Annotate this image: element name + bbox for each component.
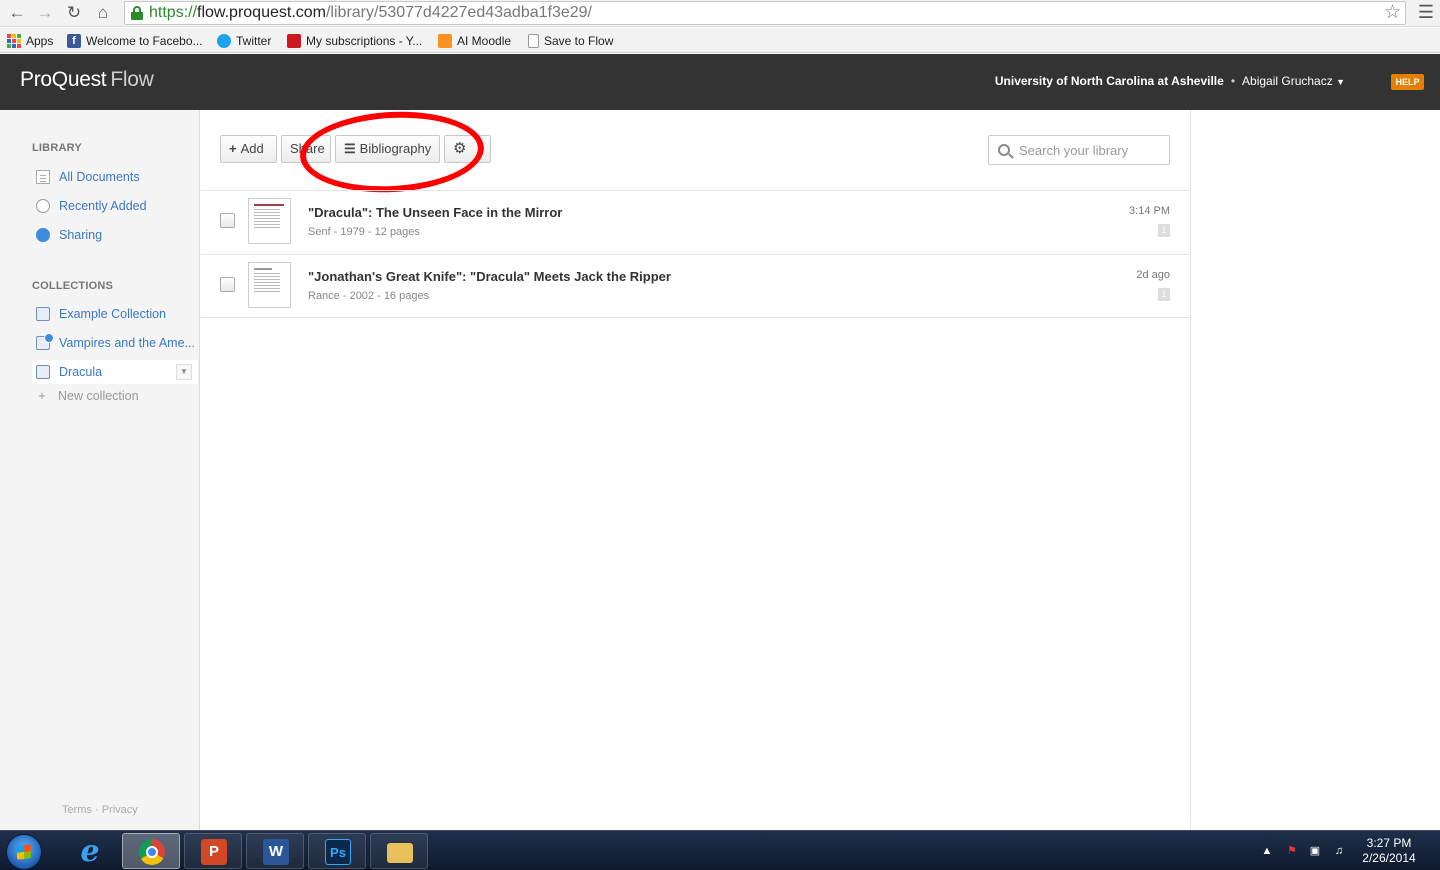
- row-checkbox[interactable]: [220, 213, 235, 228]
- back-icon[interactable]: ←: [6, 3, 28, 23]
- plus-icon: +: [229, 141, 237, 156]
- ie-icon: e: [80, 834, 100, 869]
- caret-down-icon: ▼: [1336, 77, 1345, 87]
- photoshop-icon: Ps: [325, 839, 351, 865]
- plus-icon: +: [38, 389, 46, 403]
- bookmark-twitter[interactable]: Twitter: [217, 32, 271, 50]
- sidebar: LIBRARY All Documents Recently Added Sha…: [0, 110, 200, 830]
- help-button[interactable]: HELP: [1391, 74, 1424, 90]
- collections-section-title: COLLECTIONS: [32, 280, 114, 292]
- taskbar-ie[interactable]: e: [60, 833, 118, 869]
- volume-muted-icon[interactable]: ♫: [1332, 845, 1346, 857]
- sidebar-item-all-documents[interactable]: All Documents: [32, 165, 198, 189]
- collection-options-icon[interactable]: ▼: [176, 364, 192, 380]
- twitter-icon: [217, 34, 231, 48]
- taskbar-file-explorer[interactable]: [370, 833, 428, 869]
- word-icon: W: [263, 839, 289, 865]
- forward-icon[interactable]: →: [34, 3, 56, 23]
- file-explorer-icon: [387, 843, 413, 863]
- action-center-flag-icon[interactable]: ⚑: [1285, 845, 1299, 857]
- shared-badge-icon: [44, 333, 54, 343]
- youtube-icon: [287, 34, 301, 48]
- table-row[interactable]: "Jonathan's Great Knife": "Dracula" Meet…: [201, 254, 1190, 318]
- bookmark-star-icon[interactable]: ☆: [1384, 2, 1401, 24]
- new-collection-link[interactable]: + New collection: [32, 389, 138, 403]
- document-thumbnail[interactable]: [248, 262, 291, 308]
- right-pane-divider: [1190, 110, 1191, 830]
- settings-button[interactable]: ⚙: [444, 135, 491, 163]
- document-thumbnail[interactable]: [248, 198, 291, 244]
- document-count-badge: 1: [1158, 288, 1170, 301]
- bibliography-button[interactable]: ☰ Bibliography: [335, 135, 440, 163]
- apps-grid-icon: [7, 34, 21, 48]
- institution-name: University of North Carolina at Ashevill…: [994, 74, 1224, 88]
- table-row[interactable]: "Dracula": The Unseen Face in the Mirror…: [201, 190, 1190, 254]
- bookmark-youtube[interactable]: My subscriptions - Y...: [287, 32, 422, 50]
- bookmark-moodle[interactable]: AI Moodle: [438, 32, 511, 50]
- windows-taskbar: e P W Ps ▲ ⚑ ▣ ♫ 3:27 PM 2/26/2014: [0, 830, 1440, 870]
- collection-icon: [36, 365, 50, 379]
- document-meta: Senf - 1979 - 12 pages: [308, 226, 420, 238]
- document-icon: [36, 170, 50, 184]
- document-count-badge: 1: [1158, 224, 1170, 237]
- bookmarks-bar: Apps f Welcome to Facebo... Twitter My s…: [0, 28, 1440, 53]
- powerpoint-icon: P: [201, 839, 227, 865]
- home-icon[interactable]: ⌂: [92, 3, 114, 23]
- sidebar-item-dracula[interactable]: Dracula ▼: [32, 360, 198, 384]
- lock-icon: [131, 6, 143, 20]
- search-input[interactable]: [1019, 141, 1164, 159]
- browser-toolbar: ← → ↻ ⌂ https://flow.proquest.com/librar…: [0, 0, 1440, 27]
- reload-icon[interactable]: ↻: [63, 3, 85, 23]
- document-time: 3:14 PM: [1129, 205, 1170, 217]
- taskbar-chrome[interactable]: [122, 833, 180, 869]
- page-icon: [528, 34, 539, 48]
- account-info: University of North Carolina at Ashevill…: [994, 74, 1345, 88]
- row-checkbox[interactable]: [220, 277, 235, 292]
- facebook-icon: f: [67, 34, 81, 48]
- browser-menu-icon[interactable]: ☰: [1418, 2, 1434, 23]
- app-header: ProQuest Flow University of North Carolin…: [0, 54, 1440, 110]
- search-icon: [998, 144, 1010, 156]
- bookmark-save-to-flow[interactable]: Save to Flow: [528, 32, 613, 50]
- sharing-icon: [36, 228, 50, 242]
- show-hidden-icons-icon[interactable]: ▲: [1260, 845, 1274, 857]
- user-menu[interactable]: Abigail Gruchacz ▼: [1242, 74, 1345, 88]
- bookmark-apps[interactable]: Apps: [7, 32, 53, 50]
- start-button[interactable]: [6, 834, 42, 870]
- document-list: "Dracula": The Unseen Face in the Mirror…: [201, 190, 1190, 318]
- search-box: [988, 135, 1170, 165]
- bookmark-facebook[interactable]: f Welcome to Facebo...: [67, 32, 203, 50]
- taskbar-word[interactable]: W: [246, 833, 304, 869]
- taskbar-powerpoint[interactable]: P: [184, 833, 242, 869]
- document-meta: Rance - 2002 - 16 pages: [308, 290, 430, 302]
- proquest-flow-logo[interactable]: ProQuest Flow: [20, 68, 154, 92]
- gear-icon: ⚙: [453, 140, 467, 157]
- document-title[interactable]: "Jonathan's Great Knife": "Dracula" Meet…: [308, 269, 671, 284]
- library-section-title: LIBRARY: [32, 142, 82, 154]
- address-bar[interactable]: https://flow.proquest.com/library/53077d…: [124, 1, 1406, 25]
- url-text: https://flow.proquest.com/library/53077d…: [149, 4, 592, 21]
- share-button[interactable]: Share: [281, 135, 331, 163]
- chrome-icon: [139, 839, 165, 865]
- system-clock[interactable]: 3:27 PM 2/26/2014: [1352, 836, 1426, 866]
- footer-links[interactable]: Terms · Privacy: [62, 804, 138, 816]
- list-icon: ☰: [344, 141, 356, 156]
- sidebar-item-example-collection[interactable]: Example Collection: [32, 302, 198, 326]
- clock-icon: [36, 199, 50, 213]
- collection-icon: [36, 307, 50, 321]
- taskbar-photoshop[interactable]: Ps: [308, 833, 366, 869]
- sidebar-item-recently-added[interactable]: Recently Added: [32, 194, 198, 218]
- sidebar-item-sharing[interactable]: Sharing: [32, 223, 198, 247]
- add-button[interactable]: + Add: [220, 135, 277, 163]
- document-title[interactable]: "Dracula": The Unseen Face in the Mirror: [308, 205, 562, 220]
- sidebar-item-vampires-collection[interactable]: Vampires and the Ame...: [32, 331, 198, 355]
- document-time: 2d ago: [1136, 269, 1170, 281]
- network-icon[interactable]: ▣: [1308, 845, 1322, 857]
- moodle-icon: [438, 34, 452, 48]
